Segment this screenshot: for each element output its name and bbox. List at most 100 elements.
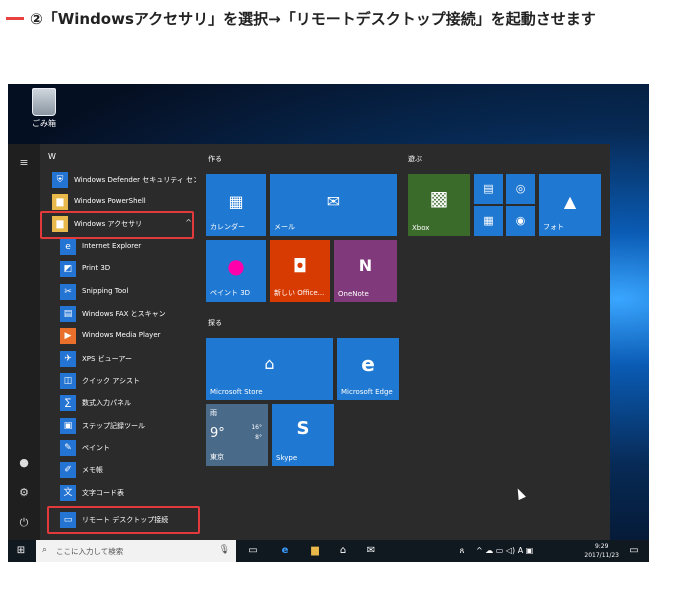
app-label: Windows PowerShell (74, 197, 146, 205)
tile-onenote[interactable]: N OneNote (334, 240, 397, 302)
app-fax-scan[interactable]: ▤ Windows FAX とスキャン (58, 304, 200, 324)
tile-weather[interactable]: 雨 9° 16° 8° 東京 (206, 404, 268, 466)
shield-icon: ⛨ (52, 172, 68, 188)
print-3d-icon: ◩ (60, 261, 76, 277)
app-print-3d[interactable]: ◩ Print 3D (58, 259, 200, 279)
quick-assist-icon: ◫ (60, 373, 76, 389)
tile-paint3d[interactable]: ● ペイント 3D (206, 240, 266, 302)
camera-icon: ◉ (515, 214, 526, 227)
store-taskbar-icon[interactable]: ⌂ (336, 544, 350, 558)
edge-taskbar-icon[interactable]: e (278, 544, 292, 558)
app-windows-powershell[interactable]: ▆ Windows PowerShell (50, 192, 200, 212)
math-input-icon: ∑ (60, 395, 76, 411)
tile-camera[interactable]: ◉ (506, 206, 535, 236)
tile-label: カレンダー (210, 223, 245, 231)
app-media-player[interactable]: ▶ Windows Media Player (58, 326, 200, 346)
tile-label: フォト (543, 223, 564, 231)
hamburger-icon[interactable]: ≡ (16, 156, 32, 170)
app-quick-assist[interactable]: ◫ クイック アシスト (58, 371, 200, 391)
tile-label: Xbox (412, 224, 430, 232)
ime-indicator[interactable]: A (518, 546, 523, 555)
highlight-windows-accessories (40, 211, 194, 239)
app-label: 文字コード表 (82, 489, 124, 497)
internet-explorer-icon: e (60, 239, 76, 255)
office-icon: ◘ (292, 256, 308, 277)
tile-office[interactable]: ◘ 新しい Office... (270, 240, 330, 302)
recycle-bin-icon (32, 88, 56, 116)
taskbar-search-box[interactable]: ⌕ ここに入力して検索 🎙 (36, 540, 236, 562)
tile-calculator[interactable]: ▦ (474, 206, 503, 236)
xbox-icon: ▩ (429, 186, 449, 210)
edge-icon: e (361, 352, 375, 376)
clock-date: 2017/11/23 (584, 552, 619, 559)
scissors-icon: ✂ (60, 284, 76, 300)
app-label: ペイント (82, 444, 110, 452)
clock-time: 9:29 (594, 543, 609, 550)
fax-icon: ▤ (60, 306, 76, 322)
system-tray-icons[interactable]: ^ ☁ ▭ ◁) A ▣ (476, 544, 550, 558)
tile-groove[interactable]: ◎ (506, 174, 535, 204)
app-list: W ⛨ Windows Defender セキュリティ セン... ▆ Window… (40, 148, 204, 541)
app-list-letter-header[interactable]: W (48, 152, 56, 161)
tile-mail[interactable]: ✉ メール (270, 174, 397, 236)
film-icon: ▤ (483, 182, 494, 195)
tile-photos[interactable]: ▲ フォト (539, 174, 601, 236)
file-explorer-icon[interactable]: ▆ (308, 544, 322, 558)
music-icon: ◎ (515, 182, 526, 195)
power-icon[interactable]: ⏻ (16, 516, 32, 530)
highlight-remote-desktop (47, 506, 200, 534)
tile-movies[interactable]: ▤ (474, 174, 503, 204)
tile-skype[interactable]: S Skype (272, 404, 334, 466)
tile-edge[interactable]: e Microsoft Edge (337, 338, 399, 400)
skype-icon: S (296, 418, 310, 439)
microphone-icon: 🎙 (218, 545, 230, 555)
group-create: 作る (208, 155, 222, 163)
tile-store[interactable]: ⌂ Microsoft Store (206, 338, 333, 400)
app-label: 数式入力パネル (82, 399, 131, 407)
photos-icon: ▲ (563, 192, 577, 211)
media-player-icon: ▶ (60, 328, 76, 344)
xps-viewer-icon: ✈ (60, 351, 76, 367)
app-paint[interactable]: ✎ ペイント (58, 438, 200, 458)
user-icon[interactable]: ● (16, 456, 32, 470)
tile-label: Microsoft Store (210, 388, 263, 396)
app-internet-explorer[interactable]: e Internet Explorer (58, 237, 200, 257)
mail-icon: ✉ (326, 192, 341, 211)
tile-xbox[interactable]: ▩ Xbox (408, 174, 470, 236)
mail-taskbar-icon[interactable]: ✉ (364, 544, 378, 558)
app-label: Windows FAX とスキャン (82, 310, 166, 318)
search-placeholder: ここに入力して検索 (56, 547, 124, 556)
tile-label: 新しい Office... (274, 289, 325, 297)
onenote-icon: N (358, 256, 373, 275)
group-explore: 探る (208, 319, 222, 327)
app-character-map[interactable]: 文文字コード表 (58, 483, 200, 503)
app-steps-recorder[interactable]: ▣ ステップ記録ツール (58, 416, 200, 436)
tile-calendar[interactable]: ▦ カレンダー (206, 174, 266, 236)
windows-screenshot: ごみ箱 ≡ ● ⚙ ⏻ W ⛨ Windows Defender セキュリティ セ… (8, 84, 649, 562)
people-icon[interactable]: ጸ (456, 544, 468, 558)
task-view-icon[interactable]: ▭ (246, 544, 260, 558)
notification-icon[interactable]: ▭ (627, 544, 641, 558)
character-map-icon: 文 (60, 485, 76, 501)
taskbar: ⊞ ⌕ ここに入力して検索 🎙 ▭ e ▆ ⌂ ✉ ጸ ^ ☁ ▭ ◁) A ▣… (8, 540, 649, 562)
search-icon: ⌕ (42, 545, 48, 555)
windows-start-icon[interactable]: ⊞ (14, 544, 28, 558)
app-windows-defender[interactable]: ⛨ Windows Defender セキュリティ セン... (50, 170, 200, 190)
app-math-input[interactable]: ∑ 数式入力パネル (58, 393, 200, 413)
weather-condition: 雨 (210, 409, 217, 417)
app-label: クイック アシスト (82, 377, 140, 385)
paint3d-icon: ● (227, 254, 245, 278)
app-label: XPS ビューアー (82, 355, 132, 363)
tile-label: OneNote (338, 290, 369, 298)
app-label: メモ帳 (82, 466, 103, 474)
recycle-bin[interactable]: ごみ箱 (22, 88, 66, 129)
app-snipping-tool[interactable]: ✂ Snipping Tool (58, 282, 200, 302)
app-label: Windows Media Player (82, 331, 161, 339)
app-xps-viewer[interactable]: ✈ XPS ビューアー (58, 349, 200, 369)
app-notepad[interactable]: ✐ メモ帳 (58, 460, 200, 480)
calendar-icon: ▦ (228, 192, 244, 211)
app-label: Windows Defender セキュリティ セン... (74, 176, 196, 184)
settings-gear-icon[interactable]: ⚙ (16, 486, 32, 500)
group-play: 遊ぶ (408, 155, 422, 163)
taskbar-clock[interactable]: 9:29 2017/11/23 (584, 542, 619, 560)
